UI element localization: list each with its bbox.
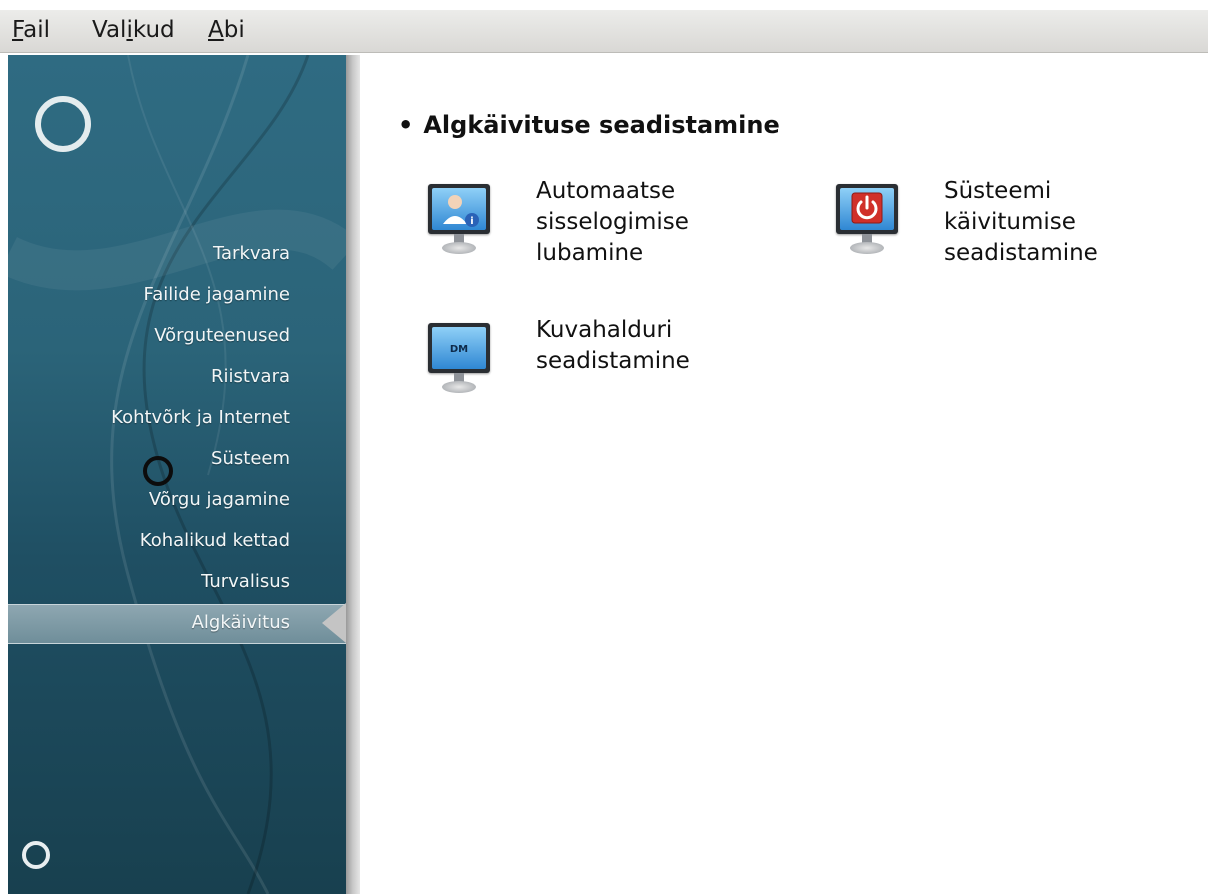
sidebar-item-file-sharing[interactable]: Failide jagamine bbox=[144, 284, 290, 305]
tool-label: Kuvahalduri seadistamine bbox=[536, 317, 690, 374]
tool-label: Süsteemi käivitumise seadistamine bbox=[944, 178, 1098, 266]
sidebar-item-system[interactable]: Süsteem bbox=[211, 448, 290, 469]
sidebar-item-hardware[interactable]: Riistvara bbox=[211, 366, 290, 387]
sidebar-selection-highlight bbox=[8, 604, 346, 644]
window-title-fragment bbox=[0, 0, 80, 10]
sidebar-swirl-decoration bbox=[8, 55, 346, 894]
main-panel: • Algkäivituse seadistamine i Automaatse … bbox=[360, 55, 1208, 894]
svg-text:DM: DM bbox=[450, 344, 468, 355]
tool-system-boot[interactable]: Süsteemi käivitumise seadistamine bbox=[834, 176, 1164, 276]
display-manager-icon: DM bbox=[426, 323, 492, 403]
sidebar-item-software[interactable]: Tarkvara bbox=[213, 243, 290, 264]
sidebar-item-network-sharing[interactable]: Võrgu jagamine bbox=[149, 489, 290, 510]
tool-autologin[interactable]: i Automaatse sisselogimise lubamine bbox=[426, 176, 726, 276]
decorative-circle-icon bbox=[35, 96, 91, 152]
tool-label: Automaatse sisselogimise lubamine bbox=[536, 178, 689, 266]
sidebar: Tarkvara Failide jagamine Võrguteenused … bbox=[8, 55, 346, 894]
tool-display-manager[interactable]: DM Kuvahalduri seadistamine bbox=[426, 315, 726, 415]
selected-arrow-indicator bbox=[322, 603, 346, 643]
sidebar-edge bbox=[346, 55, 360, 894]
menu-options[interactable]: Valikud bbox=[92, 17, 175, 43]
sidebar-item-local-disks[interactable]: Kohalikud kettad bbox=[140, 530, 290, 551]
sidebar-item-network-internet[interactable]: Kohtvõrk ja Internet bbox=[111, 407, 290, 428]
svg-text:i: i bbox=[470, 216, 473, 227]
section-title: • Algkäivituse seadistamine bbox=[398, 111, 780, 139]
menu-help[interactable]: Abi bbox=[208, 17, 245, 43]
menu-file[interactable]: Fail bbox=[12, 17, 50, 43]
sidebar-item-network-services[interactable]: Võrguteenused bbox=[154, 325, 290, 346]
sidebar-item-boot[interactable]: Algkäivitus bbox=[192, 612, 290, 633]
decorative-circle-icon bbox=[22, 841, 50, 869]
menu-bar: Fail Valikud Abi bbox=[0, 10, 1208, 53]
sidebar-item-security[interactable]: Turvalisus bbox=[201, 571, 290, 592]
decorative-circle-icon bbox=[143, 456, 173, 486]
autologin-user-icon: i bbox=[426, 184, 492, 264]
boot-power-icon bbox=[834, 184, 900, 264]
